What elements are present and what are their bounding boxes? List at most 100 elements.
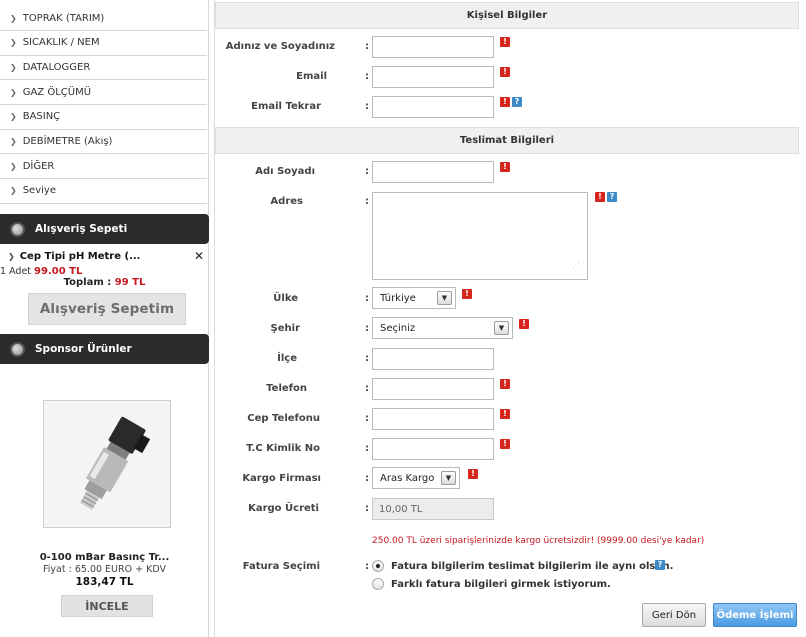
category-label: DİĞER: [22, 160, 55, 172]
address-textarea[interactable]: [372, 192, 588, 280]
email-repeat-input[interactable]: [372, 96, 494, 118]
cart-item: ❯ Cep Tipi pH Metre (... ✕ 1 Adet 99.00 …: [0, 249, 204, 277]
form-row-cargo-company: Kargo Firması : Aras Kargo ▼ !: [215, 467, 805, 491]
country-select[interactable]: Türkiye ▼: [372, 287, 456, 309]
form-row-recipient: Adı Soyadı : !: [215, 160, 805, 184]
back-button[interactable]: Geri Dön: [642, 603, 706, 627]
cargo-company-selected: Aras Kargo: [380, 472, 435, 484]
colon: :: [365, 196, 369, 207]
colon: :: [365, 413, 369, 424]
help-icon[interactable]: ?: [512, 97, 522, 107]
remove-item-icon[interactable]: ✕: [194, 249, 204, 263]
category-item-diger[interactable]: ❯ DİĞER: [0, 154, 207, 180]
personal-info-header: Kişisel Bilgiler: [215, 2, 799, 29]
chevron-down-icon: ▼: [437, 291, 452, 305]
cargo-company-label: Kargo Firması: [242, 473, 321, 484]
chevron-right-icon: ❯: [10, 63, 17, 73]
phone-input[interactable]: [372, 378, 494, 400]
chevron-right-icon: ❯: [10, 38, 17, 48]
category-item-seviye[interactable]: ❯ Seviye: [0, 179, 207, 204]
category-label: GAZ ÖLÇÜMÜ: [22, 86, 92, 98]
sidebar: ❯ TOPRAK (TARIM) ❯ SICAKLIK / NEM ❯ DATALOG…: [0, 0, 209, 637]
cargo-fee-input: [372, 498, 494, 520]
resize-grip-icon[interactable]: ⋰: [572, 262, 584, 276]
my-cart-button[interactable]: Alışveriş Sepetim: [28, 293, 186, 325]
form-row-city: Şehir : Seçiniz ▼ !: [215, 317, 805, 341]
country-selected: Türkiye: [380, 292, 416, 304]
cart-item-price: 99.00 TL: [34, 266, 83, 277]
chevron-right-icon: ❯: [10, 161, 17, 171]
colon: :: [365, 41, 369, 52]
form-row-tc: T.C Kimlik No : !: [215, 437, 805, 461]
invoice-option-same[interactable]: Fatura bilgilerim teslimat bilgilerim il…: [372, 560, 673, 572]
category-label: SICAKLIK / NEM: [22, 37, 100, 49]
category-item-debimetre[interactable]: ❯ DEBİMETRE (Akış): [0, 130, 207, 155]
category-label: BASINÇ: [22, 111, 61, 123]
cargo-company-select[interactable]: Aras Kargo ▼: [372, 467, 460, 489]
name-input[interactable]: [372, 36, 494, 58]
category-list: ❯ TOPRAK (TARIM) ❯ SICAKLIK / NEM ❯ DATALOG…: [0, 0, 207, 204]
required-icon: !: [500, 162, 510, 172]
chevron-right-icon: ❯: [8, 251, 15, 261]
product-image[interactable]: [43, 400, 171, 528]
colon: :: [365, 166, 369, 177]
chevron-right-icon: ❯: [10, 13, 17, 23]
city-select[interactable]: Seçiniz ▼: [372, 317, 513, 339]
invoice-option-different-label: Farklı fatura bilgileri girmek istiyorum…: [391, 578, 611, 590]
category-item-sicaklik[interactable]: ❯ SICAKLIK / NEM: [0, 31, 207, 56]
category-item-toprak[interactable]: ❯ TOPRAK (TARIM): [0, 0, 207, 31]
chevron-right-icon: ❯: [10, 87, 17, 97]
category-item-gaz[interactable]: ❯ GAZ ÖLÇÜMÜ: [0, 80, 207, 106]
email-input[interactable]: [372, 66, 494, 88]
form-row-phone: Telefon : !: [215, 377, 805, 401]
recipient-label: Adı Soyadı: [255, 166, 315, 177]
required-icon: !: [500, 409, 510, 419]
colon: :: [365, 71, 369, 82]
radio-checked[interactable]: [372, 560, 384, 572]
cart-header: Alışveriş Sepeti: [0, 214, 209, 244]
colon: :: [365, 323, 369, 334]
help-icon[interactable]: ?: [607, 192, 617, 202]
chevron-right-icon: ❯: [10, 137, 17, 147]
colon: :: [365, 101, 369, 112]
required-icon: !: [468, 469, 478, 479]
chevron-right-icon: ❯: [10, 112, 17, 122]
mobile-label: Cep Telefonu: [247, 413, 320, 424]
invoice-label: Fatura Seçimi: [242, 561, 320, 572]
radio-unchecked[interactable]: [372, 578, 384, 590]
bullet-circle-icon: [10, 341, 25, 357]
help-icon[interactable]: ?: [655, 560, 665, 570]
address-label: Adres: [270, 196, 303, 207]
tc-input[interactable]: [372, 438, 494, 460]
sponsor-product-name[interactable]: 0-100 mBar Basınç Tr...: [0, 552, 209, 563]
sponsor-header: Sponsor Ürünler: [0, 334, 209, 364]
name-label: Adınız ve Soyadınız: [225, 41, 335, 52]
category-item-datalogger[interactable]: ❯ DATALOGGER: [0, 56, 207, 81]
incele-button[interactable]: İNCELE: [61, 595, 153, 617]
country-label: Ülke: [273, 293, 298, 304]
colon: :: [365, 561, 369, 572]
city-label: Şehir: [270, 323, 300, 334]
required-icon: !: [462, 289, 472, 299]
category-label: Seviye: [22, 185, 56, 197]
recipient-input[interactable]: [372, 161, 494, 183]
required-icon: !: [595, 192, 605, 202]
sponsor-product-fiyat: Fiyat : 65.00 EURO + KDV: [43, 564, 166, 575]
form-row-country: Ülke : Türkiye ▼ !: [215, 287, 805, 311]
cart-title: Alışveriş Sepeti: [35, 223, 128, 235]
sponsor-title: Sponsor Ürünler: [35, 343, 132, 355]
cart-item-name[interactable]: Cep Tipi pH Metre (...: [20, 251, 141, 262]
form-row-email-repeat: Email Tekrar : ! ?: [215, 95, 805, 119]
cart-item-qty: 1: [0, 266, 7, 277]
mobile-input[interactable]: [372, 408, 494, 430]
required-icon: !: [500, 67, 510, 77]
district-input[interactable]: [372, 348, 494, 370]
category-item-basinc[interactable]: ❯ BASINÇ: [0, 105, 207, 130]
payment-button[interactable]: Ödeme İşlemi: [713, 603, 797, 627]
invoice-option-different[interactable]: Farklı fatura bilgileri girmek istiyorum…: [372, 578, 611, 590]
form-row-mobile: Cep Telefonu : !: [215, 407, 805, 431]
pressure-transmitter-image: [44, 401, 170, 527]
colon: :: [365, 473, 369, 484]
phone-label: Telefon: [266, 383, 307, 394]
form-row-name: Adınız ve Soyadınız : !: [215, 35, 805, 59]
